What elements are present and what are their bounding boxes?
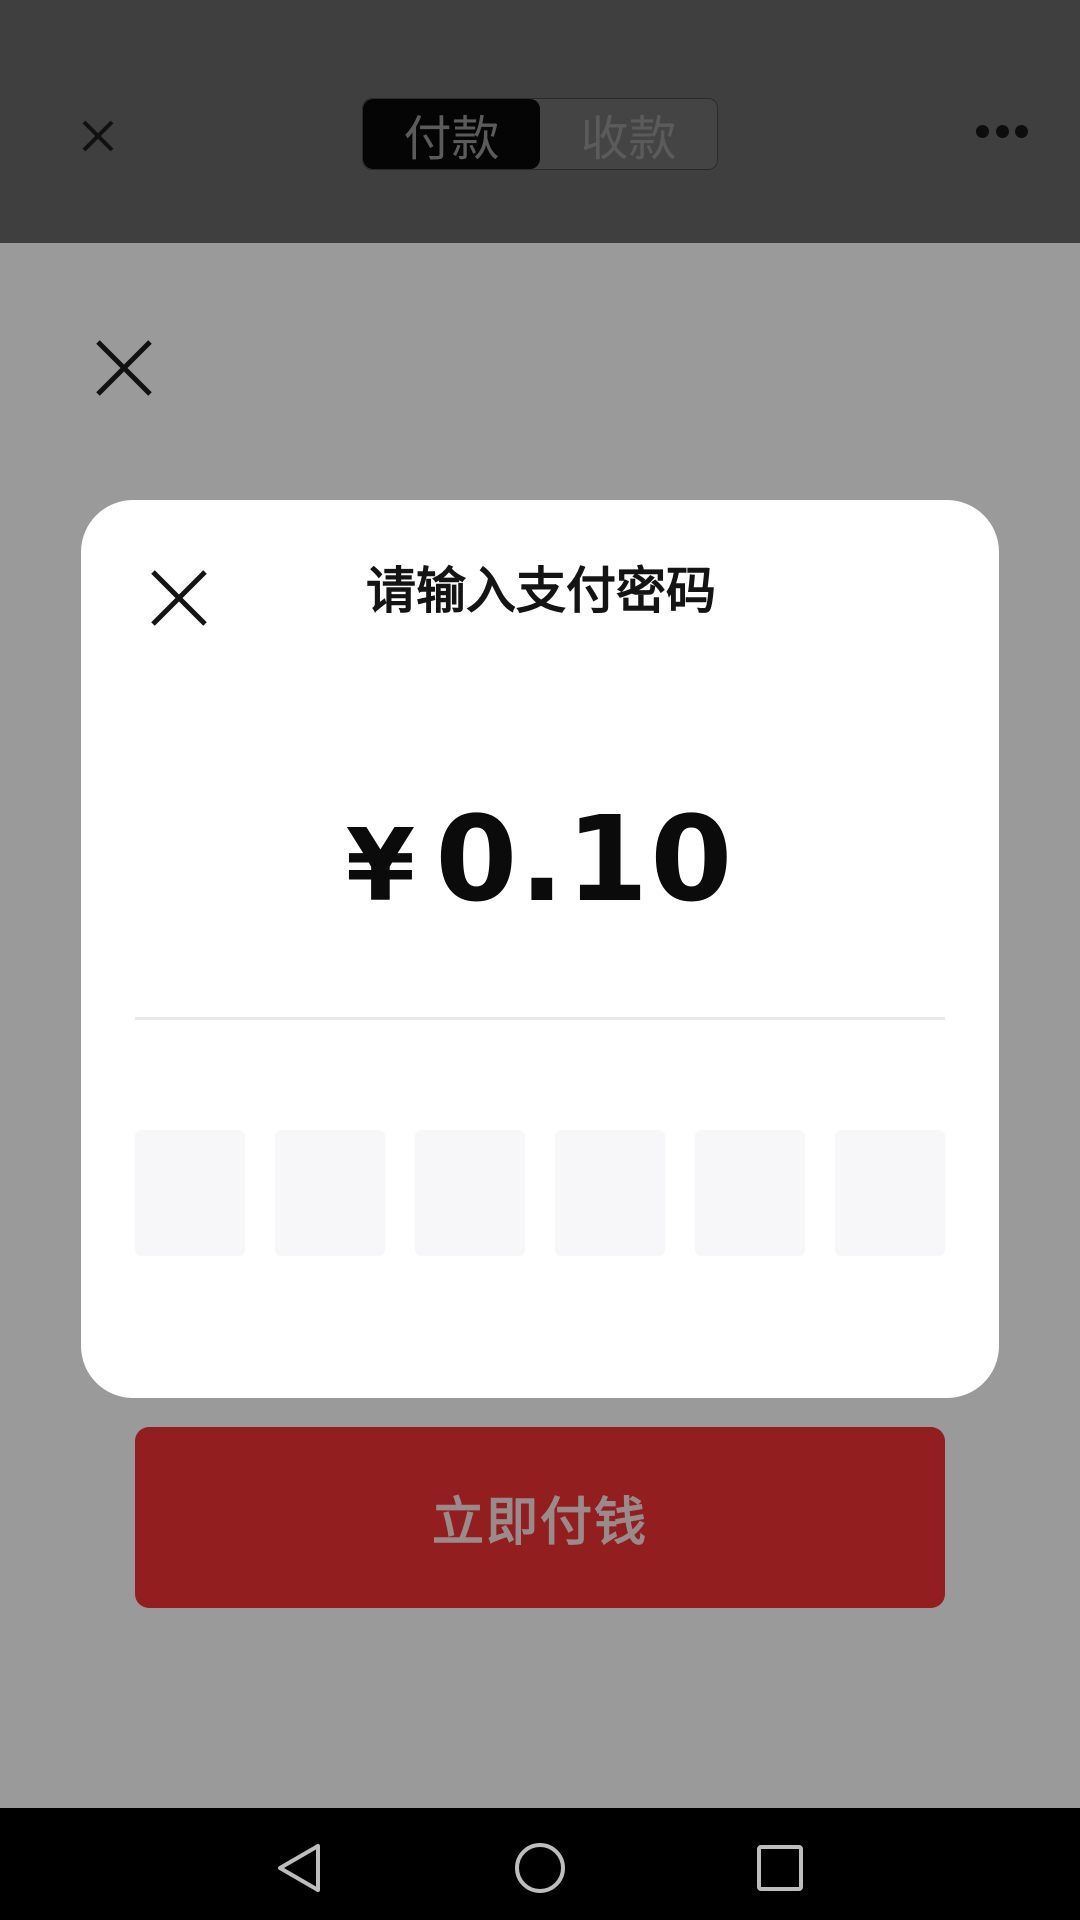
password-input[interactable] — [135, 1130, 945, 1256]
close-icon[interactable] — [147, 566, 211, 630]
back-triangle-icon[interactable] — [270, 1838, 330, 1898]
pin-digit-box[interactable] — [415, 1130, 525, 1256]
close-icon[interactable] — [72, 110, 124, 162]
pay-now-button[interactable]: 立即付钱 — [135, 1427, 945, 1608]
payment-amount: ¥0.10 — [81, 790, 999, 928]
currency-symbol: ¥ — [345, 807, 418, 924]
tab-pay[interactable]: 付款 — [363, 99, 540, 169]
more-horizontal-icon[interactable] — [976, 124, 1028, 138]
pin-digit-box[interactable] — [135, 1130, 245, 1256]
amount-value: 0.10 — [435, 790, 735, 928]
close-icon[interactable] — [92, 336, 156, 400]
dialog-title: 请输入支付密码 — [366, 562, 716, 620]
home-circle-icon[interactable] — [510, 1838, 570, 1898]
top-bar: 付款 收款 — [0, 0, 1080, 243]
recent-square-icon[interactable] — [750, 1838, 810, 1898]
system-navigation-bar — [0, 1808, 1080, 1920]
pin-digit-box[interactable] — [695, 1130, 805, 1256]
pay-receive-segmented-control: 付款 收款 — [362, 98, 718, 170]
payment-password-dialog: 请输入支付密码 ¥0.10 — [81, 500, 999, 1398]
pin-digit-box[interactable] — [555, 1130, 665, 1256]
divider — [135, 1017, 945, 1020]
pin-digit-box[interactable] — [835, 1130, 945, 1256]
tab-receive[interactable]: 收款 — [540, 99, 717, 169]
pin-digit-box[interactable] — [275, 1130, 385, 1256]
